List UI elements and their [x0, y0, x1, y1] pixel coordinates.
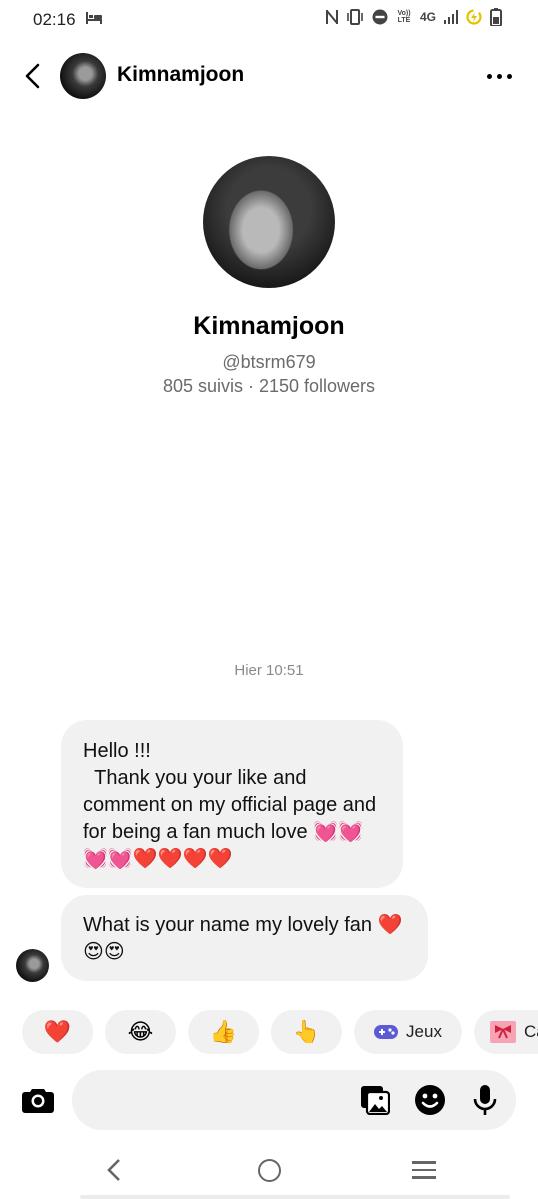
gallery-icon: [361, 1086, 390, 1115]
dnd-icon: [372, 9, 388, 25]
quick-reply-laugh[interactable]: 😂: [105, 1010, 176, 1054]
games-button[interactable]: Jeux: [354, 1010, 462, 1054]
volte-icon: Vo)) LTE: [397, 10, 411, 24]
nav-recents-icon: [412, 1161, 436, 1179]
back-button[interactable]: [14, 58, 50, 94]
status-bar: 02:16 Vo)) LTE 4G: [0, 0, 538, 38]
laughing-face-icon: 😂: [127, 1019, 154, 1044]
pointing-up-icon: 👆: [292, 1019, 321, 1044]
quick-reply-thumbs-up[interactable]: 👍: [188, 1010, 259, 1054]
message-composer: [72, 1070, 516, 1130]
nfc-icon: [325, 9, 338, 25]
profile-name: Kimnamjoon: [193, 312, 345, 340]
more-options-icon: [486, 73, 492, 79]
message-bubble[interactable]: Hello !!! Thank you your like and commen…: [61, 720, 403, 888]
signal-icon: [444, 10, 458, 24]
back-arrow-icon: [25, 63, 40, 89]
games-label: Jeux: [406, 1022, 442, 1041]
camera-button[interactable]: [18, 1080, 58, 1120]
status-time: 02:16: [33, 10, 76, 29]
vibrate-icon: [346, 9, 364, 25]
heart-icon: ❤️: [43, 1019, 72, 1044]
sender-avatar[interactable]: [16, 949, 49, 982]
message-input[interactable]: [92, 1084, 342, 1116]
gamepad-icon: [374, 1025, 399, 1039]
nav-back-button[interactable]: [94, 1154, 134, 1186]
microphone-icon: [473, 1085, 497, 1115]
cards-button[interactable]: Ca: [474, 1010, 538, 1054]
battery-icon: [490, 8, 502, 26]
quick-reply-heart[interactable]: ❤️: [22, 1010, 93, 1054]
profile-handle: @btsrm679: [222, 352, 316, 372]
system-navigation-bar: [0, 1140, 538, 1199]
nav-home-icon: [257, 1158, 281, 1182]
nav-home-button[interactable]: [249, 1154, 289, 1186]
profile-stats: 805 suivis · 2150 followers: [162, 376, 376, 396]
data-saver-icon: [466, 9, 482, 25]
header-username[interactable]: Kimnamjoon: [117, 63, 244, 87]
header-avatar[interactable]: [60, 53, 106, 99]
network-4g-icon: 4G: [419, 10, 436, 24]
profile-avatar[interactable]: [203, 156, 335, 288]
sticker-icon: [415, 1085, 445, 1115]
thumbs-up-icon: 👍: [209, 1019, 238, 1044]
nav-back-icon: [107, 1159, 120, 1181]
gallery-button[interactable]: [359, 1084, 391, 1116]
microphone-button[interactable]: [469, 1084, 501, 1116]
message-timestamp: Hier 10:51: [234, 662, 304, 679]
quick-reply-point-up[interactable]: 👆: [271, 1010, 342, 1054]
nav-recents-button[interactable]: [404, 1154, 444, 1186]
gesture-indicator: [80, 1195, 510, 1199]
sticker-button[interactable]: [414, 1084, 446, 1116]
ribbon-card-icon: [490, 1021, 516, 1043]
sleep-icon: [86, 12, 102, 24]
quick-reply-bar: ❤️ 😂 👍 👆 Jeux Ca: [22, 1010, 538, 1054]
more-options-button[interactable]: [482, 63, 516, 89]
camera-icon: [22, 1089, 54, 1113]
cards-label: Ca: [524, 1022, 538, 1041]
message-bubble[interactable]: What is your name my lovely fan ❤️😍😍: [61, 895, 428, 981]
chat-header: Kimnamjoon: [0, 48, 538, 104]
